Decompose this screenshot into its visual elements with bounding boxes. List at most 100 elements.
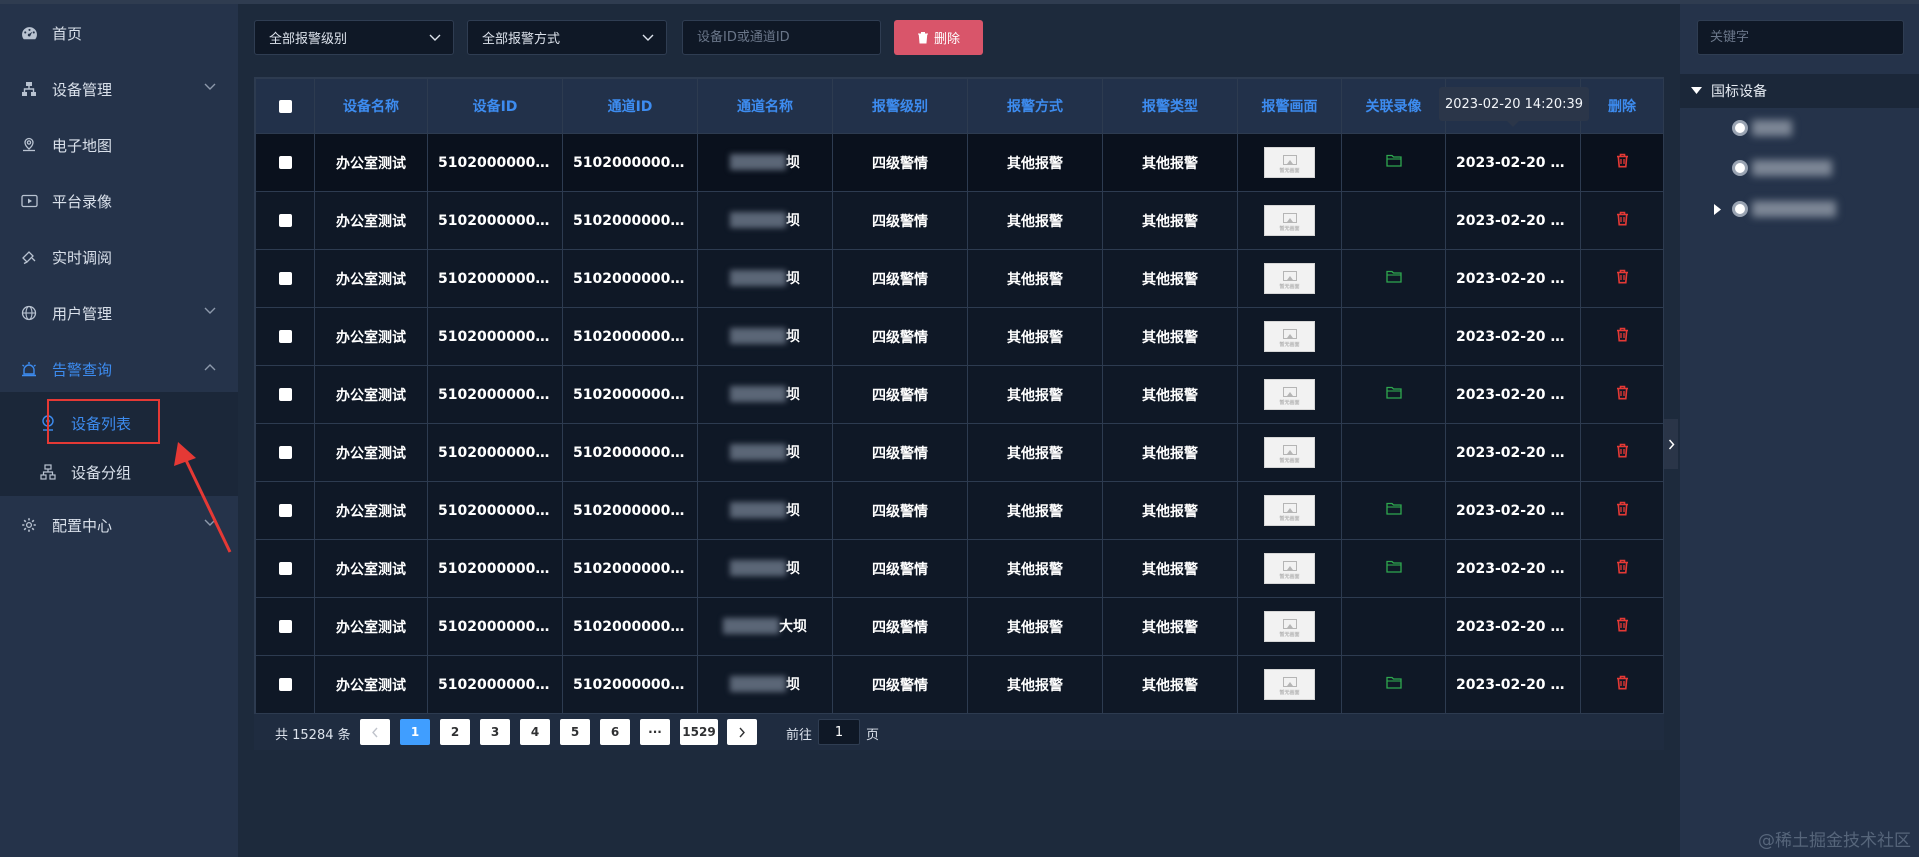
trash-icon[interactable] <box>1616 385 1629 400</box>
sidebar-item-device-management[interactable]: 设备管理 <box>0 67 238 111</box>
page-button[interactable]: 5 <box>560 719 590 745</box>
table-row[interactable]: 办公室测试 510200000013... 510200000013... 坝 四级警情… <box>255 365 1664 424</box>
tree-node-device[interactable] <box>1711 201 1836 217</box>
row-checkbox[interactable] <box>278 678 292 691</box>
channel-name-cell: 坝 <box>697 133 833 192</box>
trash-icon[interactable] <box>1616 501 1629 516</box>
goto-page-input[interactable] <box>818 719 860 745</box>
row-select-cell[interactable] <box>255 191 315 250</box>
trash-icon[interactable] <box>1616 327 1629 342</box>
keyword-search-input[interactable] <box>1697 20 1904 55</box>
table-row[interactable]: 办公室测试 510200000013... 510200000013... 大坝 四级警… <box>255 597 1664 656</box>
row-checkbox[interactable] <box>278 330 292 343</box>
next-page-button[interactable] <box>727 719 757 745</box>
record-cell <box>1341 655 1446 714</box>
channel-id: 510200000013... <box>573 444 697 461</box>
alarm-image-thumbnail[interactable]: 暂无画面 <box>1264 321 1315 352</box>
device-channel-search-input[interactable] <box>682 20 881 55</box>
folder-icon[interactable] <box>1385 502 1402 515</box>
trash-icon[interactable] <box>1616 269 1629 284</box>
tree-node-device[interactable] <box>1732 160 1832 176</box>
table-row[interactable]: 办公室测试 510200000013... 510200000013... 坝 四级警情… <box>255 423 1664 482</box>
alarm-level-select[interactable]: 全部报警级别 <box>254 20 454 55</box>
row-select-cell[interactable] <box>255 307 315 366</box>
row-checkbox[interactable] <box>278 504 292 517</box>
row-checkbox[interactable] <box>278 272 292 285</box>
table-row[interactable]: 办公室测试 510200000013... 510200000013... 坝 四级警情… <box>255 655 1664 714</box>
row-select-cell[interactable] <box>255 249 315 308</box>
delete-button[interactable]: 删除 <box>894 20 983 55</box>
row-checkbox[interactable] <box>278 446 292 459</box>
page-button[interactable]: 1 <box>400 719 430 745</box>
folder-icon[interactable] <box>1385 560 1402 573</box>
alarm-level: 四级警情 <box>872 503 928 520</box>
row-select-cell[interactable] <box>255 481 315 540</box>
trash-icon[interactable] <box>1616 211 1629 226</box>
table-row[interactable]: 办公室测试 510200000013... 510200000013... 坝 四级警情… <box>255 133 1664 192</box>
alarm-image-thumbnail[interactable]: 暂无画面 <box>1264 437 1315 468</box>
trash-icon[interactable] <box>1616 675 1629 690</box>
page-ellipsis-button[interactable]: ··· <box>640 719 670 745</box>
row-select-cell[interactable] <box>255 423 315 482</box>
row-checkbox[interactable] <box>278 214 292 227</box>
sidebar-item-home[interactable]: 首页 <box>0 11 238 55</box>
tree-node-device[interactable] <box>1732 120 1792 136</box>
folder-icon[interactable] <box>1385 676 1402 689</box>
row-checkbox[interactable] <box>278 620 292 633</box>
alarm-image-thumbnail[interactable]: 暂无画面 <box>1264 379 1315 410</box>
select-all-cell[interactable] <box>255 78 315 134</box>
trash-icon <box>917 32 928 44</box>
sidebar-item-alarm-query[interactable]: 告警查询 <box>0 347 238 391</box>
trash-icon[interactable] <box>1616 617 1629 632</box>
alarm-image-thumbnail[interactable]: 暂无画面 <box>1264 495 1315 526</box>
row-select-cell[interactable] <box>255 539 315 598</box>
alarm-image-thumbnail[interactable]: 暂无画面 <box>1264 553 1315 584</box>
alarm-image-thumbnail[interactable]: 暂无画面 <box>1264 263 1315 294</box>
collapse-panel-button[interactable] <box>1664 419 1678 469</box>
row-select-cell[interactable] <box>255 655 315 714</box>
row-select-cell[interactable] <box>255 365 315 424</box>
alarm-image-thumbnail[interactable]: 暂无画面 <box>1264 147 1315 178</box>
sidebar-item-live-view[interactable]: 实时调阅 <box>0 235 238 279</box>
alarm-image-thumbnail[interactable]: 暂无画面 <box>1264 205 1315 236</box>
page-button[interactable]: 1529 <box>680 719 718 745</box>
sidebar-item-recording[interactable]: 平台录像 <box>0 179 238 223</box>
alarm-image-thumbnail[interactable]: 暂无画面 <box>1264 669 1315 700</box>
prev-page-button[interactable] <box>360 719 390 745</box>
table-row[interactable]: 办公室测试 510200000013... 510200000013... 坝 四级警情… <box>255 481 1664 540</box>
tree-node-gb-devices[interactable]: 国标设备 <box>1680 74 1919 108</box>
table-row[interactable]: 办公室测试 510200000013... 510200000013... 坝 四级警情… <box>255 307 1664 366</box>
page-button[interactable]: 6 <box>600 719 630 745</box>
alarm-method-select[interactable]: 全部报警方式 <box>467 20 667 55</box>
chevron-right-icon <box>1668 439 1675 449</box>
channel-name-suffix: 坝 <box>786 386 800 403</box>
trash-icon[interactable] <box>1616 153 1629 168</box>
row-select-cell[interactable] <box>255 597 315 656</box>
table-row[interactable]: 办公室测试 510200000013... 510200000013... 坝 四级警情… <box>255 191 1664 250</box>
table-row[interactable]: 办公室测试 510200000013... 510200000013... 坝 四级警情… <box>255 539 1664 598</box>
alarm-time-cell: 2023-02-20 14:... <box>1445 249 1581 308</box>
sidebar-item-user-management[interactable]: 用户管理 <box>0 291 238 335</box>
page-button[interactable]: 4 <box>520 719 550 745</box>
select-all-checkbox[interactable] <box>278 99 292 113</box>
page-button[interactable]: 3 <box>480 719 510 745</box>
sidebar-item-map[interactable]: 电子地图 <box>0 123 238 167</box>
folder-icon[interactable] <box>1385 386 1402 399</box>
row-checkbox[interactable] <box>278 388 292 401</box>
table-row[interactable]: 办公室测试 510200000013... 510200000013... 坝 四级警情… <box>255 249 1664 308</box>
device-name: 办公室测试 <box>336 329 406 346</box>
trash-icon[interactable] <box>1616 559 1629 574</box>
device-name-cell: 办公室测试 <box>314 597 428 656</box>
trash-icon[interactable] <box>1616 443 1629 458</box>
page-button[interactable]: 2 <box>440 719 470 745</box>
row-select-cell[interactable] <box>255 133 315 192</box>
alarm-time: 2023-02-20 14:... <box>1456 386 1580 403</box>
alarm-image-thumbnail[interactable]: 暂无画面 <box>1264 611 1315 642</box>
folder-icon[interactable] <box>1385 154 1402 167</box>
row-checkbox[interactable] <box>278 562 292 575</box>
device-id: 510200000013... <box>438 270 562 287</box>
folder-icon[interactable] <box>1385 270 1402 283</box>
time-tooltip: 2023-02-20 14:20:39 <box>1439 87 1589 121</box>
image-placeholder-icon <box>1283 271 1297 281</box>
row-checkbox[interactable] <box>278 156 292 169</box>
